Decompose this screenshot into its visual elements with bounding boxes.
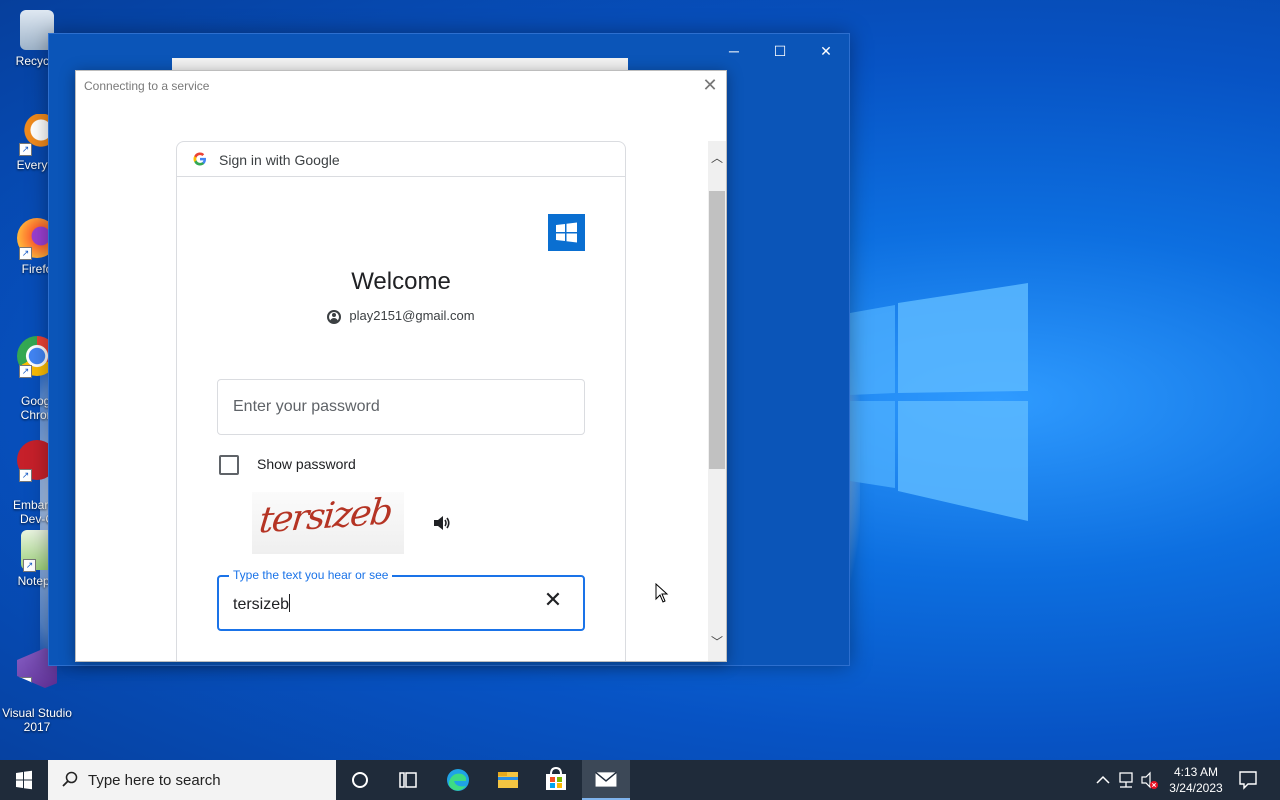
close-window-button[interactable]: ✕: [803, 40, 849, 62]
minimize-button[interactable]: ─: [711, 40, 757, 62]
search-placeholder: Type here to search: [88, 772, 221, 789]
clock-date: 3/24/2023: [1169, 781, 1223, 795]
captcha-input-text: tersizeb: [233, 596, 290, 613]
welcome-heading: Welcome: [351, 268, 451, 295]
microsoft-store-icon[interactable]: [532, 760, 580, 800]
account-email: play2151@gmail.com: [349, 308, 475, 323]
task-view-icon[interactable]: [384, 760, 432, 800]
mouse-pointer-icon: [655, 583, 669, 603]
wallpaper-windows-logo: [850, 283, 1028, 521]
shortcut-arrow-icon: ↗: [19, 365, 32, 378]
taskbar: Type here to search 4:13 AM 3/24/2023: [0, 760, 1280, 800]
system-clock[interactable]: 4:13 AM 3/24/2023: [1165, 764, 1227, 796]
captcha-input[interactable]: Type the text you hear or see tersizeb ✕: [217, 568, 585, 631]
file-explorer-icon[interactable]: [484, 760, 532, 800]
shortcut-arrow-icon: ↗: [19, 143, 32, 156]
dialog-title: Connecting to a service: [84, 79, 210, 93]
google-logo-icon: [193, 152, 206, 166]
captcha-image: tersizeb: [252, 492, 404, 554]
captcha-input-label: Type the text you hear or see: [229, 568, 393, 582]
google-signin-header: Sign in with Google: [177, 142, 625, 177]
shortcut-arrow-icon: ↗: [23, 559, 36, 572]
clock-time: 4:13 AM: [1173, 765, 1219, 779]
notifications-icon[interactable]: [1236, 760, 1260, 800]
connecting-dialog: Connecting to a service ✕ Sign in with G…: [75, 70, 727, 662]
dialog-scrollbar[interactable]: ︿ ﹀: [708, 141, 726, 661]
network-icon[interactable]: [1117, 760, 1137, 800]
shortcut-arrow-icon: ↗: [19, 469, 32, 482]
scroll-up-arrow-icon[interactable]: ︿: [708, 149, 726, 167]
scroll-thumb[interactable]: [709, 191, 725, 469]
windows-logo-icon: [548, 214, 585, 251]
account-circle-icon: [327, 310, 342, 324]
account-chip[interactable]: play2151@gmail.com: [177, 308, 625, 324]
cortana-circle-icon[interactable]: [336, 760, 384, 800]
shortcut-arrow-icon: ↗: [19, 677, 32, 688]
password-placeholder: Enter your password: [233, 398, 380, 415]
speaker-audio-icon[interactable]: [433, 515, 451, 531]
search-icon: [62, 771, 78, 787]
show-password-label: Show password: [257, 456, 356, 472]
captcha-input-value: tersizeb: [233, 594, 291, 614]
maximize-button[interactable]: ☐: [757, 40, 803, 62]
text-caret: [289, 594, 291, 612]
google-header-title: Sign in with Google: [219, 152, 340, 168]
google-signin-panel: Sign in with Google Welcome play2151@gma…: [176, 141, 626, 661]
edge-browser-icon[interactable]: [434, 760, 482, 800]
show-hidden-icons-chevron-icon[interactable]: [1094, 760, 1112, 800]
show-password-checkbox[interactable]: [219, 455, 239, 475]
scroll-down-arrow-icon[interactable]: ﹀: [708, 633, 726, 651]
start-windows-icon[interactable]: [0, 760, 48, 800]
taskbar-search-box[interactable]: Type here to search: [48, 760, 336, 800]
dialog-close-button[interactable]: ✕: [700, 75, 720, 95]
captcha-image-text: tersizeb: [257, 491, 394, 542]
desktop-icon-label: Visual Studio 2017: [2, 706, 72, 734]
clear-icon[interactable]: ✕: [543, 589, 563, 611]
shortcut-arrow-icon: ↗: [19, 247, 32, 260]
password-field[interactable]: Enter your password: [217, 379, 585, 435]
volume-muted-icon[interactable]: [1140, 760, 1160, 800]
mail-app-icon[interactable]: [582, 760, 630, 800]
